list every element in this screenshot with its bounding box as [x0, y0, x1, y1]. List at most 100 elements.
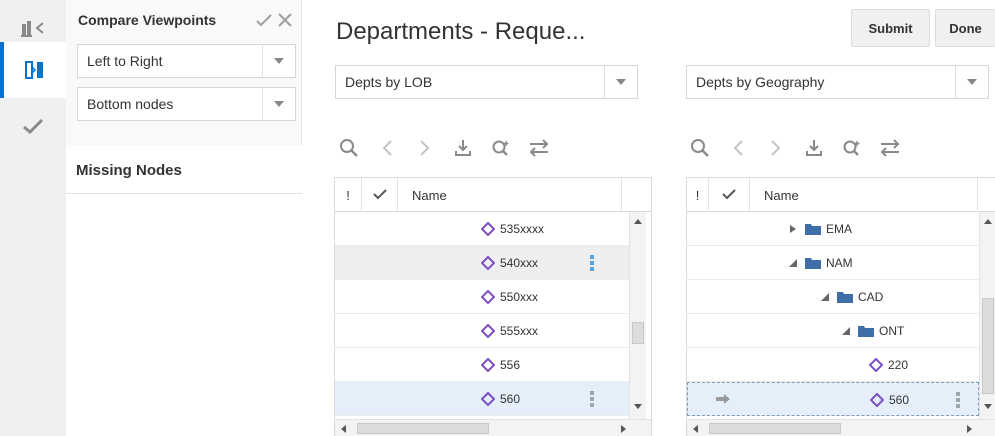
node-label: 555xxx [500, 324, 539, 338]
table-row[interactable]: 555xxx [335, 314, 629, 348]
table-row[interactable]: ONT [687, 314, 979, 348]
node-label: NAM [826, 256, 853, 270]
diamond-node-icon [481, 358, 495, 372]
rail-compare-button[interactable] [0, 42, 66, 98]
collapse-arrow-icon [789, 259, 797, 267]
back-icon[interactable] [368, 133, 406, 163]
node-item[interactable]: 220 [869, 348, 908, 382]
close-icon[interactable] [278, 13, 292, 27]
zoom-add-icon[interactable] [482, 133, 520, 163]
node-item[interactable]: 560 [481, 382, 520, 416]
scroll-up-icon [634, 219, 642, 224]
scroll-right-icon [621, 425, 626, 433]
collapse-arrow-icon [821, 293, 829, 301]
row-menu-icon[interactable] [590, 391, 594, 407]
node-item[interactable]: 556 [481, 348, 520, 382]
node-item[interactable]: 555xxx [481, 314, 538, 348]
table-row[interactable]: NAM [687, 246, 979, 280]
chevron-down-icon[interactable] [955, 66, 988, 98]
table-row[interactable]: 535xxxx [335, 212, 629, 246]
grid-header: ! Name [335, 178, 651, 212]
table-row[interactable]: EMA [687, 212, 979, 246]
download-icon[interactable] [795, 133, 833, 163]
name-column-header[interactable]: Name [398, 178, 622, 212]
tree-node[interactable]: EMA [789, 212, 852, 246]
node-label: ONT [879, 324, 905, 338]
right-node-grid: ! Name EMA NAM CAD ONT 220 560 [686, 177, 995, 436]
page-title: Departments - Reque... [336, 18, 586, 45]
table-row[interactable]: CAD [687, 280, 979, 314]
chevron-down-icon[interactable] [262, 45, 295, 77]
table-row[interactable]: 560 [335, 382, 629, 416]
left-rail [0, 0, 66, 436]
table-row[interactable]: 540xxx [335, 246, 629, 280]
submit-button[interactable]: Submit [851, 9, 930, 47]
node-label: 220 [888, 358, 909, 372]
chevron-down-icon[interactable] [604, 66, 637, 98]
left-viewpoint-select[interactable]: Depts by LOB [335, 65, 638, 99]
nodes-select[interactable]: Bottom nodes [77, 87, 296, 121]
node-item[interactable]: 540xxx [481, 246, 538, 280]
rail-validate-button[interactable] [0, 98, 66, 154]
swap-icon[interactable] [520, 133, 558, 163]
nodes-select-value: Bottom nodes [87, 96, 174, 112]
grid-header: ! Name [687, 178, 995, 212]
node-label: 560 [889, 393, 910, 407]
table-row[interactable]: 550xxx [335, 280, 629, 314]
horizontal-scrollbar[interactable] [687, 419, 995, 436]
vertical-scrollbar[interactable] [979, 212, 995, 419]
done-button[interactable]: Done [935, 9, 995, 47]
diamond-node-icon [481, 290, 495, 304]
checkmark-icon [22, 117, 44, 135]
node-label: 540xxx [500, 256, 539, 270]
node-label: EMA [826, 222, 853, 236]
scroll-thumb[interactable] [357, 423, 489, 434]
missing-nodes-section: Missing Nodes [66, 145, 302, 436]
zoom-add-icon[interactable] [833, 133, 871, 163]
node-item[interactable]: 550xxx [481, 280, 538, 314]
direction-select[interactable]: Left to Right [77, 44, 296, 78]
node-label: 550xxx [500, 290, 539, 304]
compare-panel: Compare Viewpoints Left to Right Bottom … [66, 0, 302, 436]
flag-column-header[interactable]: ! [335, 178, 362, 212]
search-icon[interactable] [681, 133, 719, 163]
flag-column-header[interactable]: ! [687, 178, 709, 212]
back-icon[interactable] [719, 133, 757, 163]
horizontal-scrollbar[interactable] [335, 419, 651, 436]
forward-icon[interactable] [757, 133, 795, 163]
checkmark-icon [372, 188, 387, 203]
download-icon[interactable] [444, 133, 482, 163]
expand-arrow-icon [790, 225, 796, 233]
table-row[interactable]: 556 [335, 348, 629, 382]
node-item[interactable]: 535xxxx [481, 212, 544, 246]
folder-icon [805, 258, 821, 269]
vertical-scrollbar[interactable] [629, 212, 646, 419]
node-item[interactable]: 560 [870, 383, 909, 417]
scroll-left-icon [693, 425, 698, 433]
swap-icon[interactable] [871, 133, 909, 163]
name-column-header[interactable]: Name [750, 178, 978, 212]
check-column-header[interactable] [362, 178, 398, 212]
scroll-thumb[interactable] [632, 322, 644, 344]
search-icon[interactable] [330, 133, 368, 163]
table-row[interactable]: 220 [687, 348, 979, 382]
diamond-node-icon [870, 393, 884, 407]
left-toolbar [330, 133, 558, 163]
left-node-grid: ! Name 535xxxx 540xxx 550xxx 555xxx 556 … [334, 177, 652, 436]
tree-node[interactable]: NAM [789, 246, 853, 280]
apply-check-icon[interactable] [256, 13, 272, 27]
right-viewpoint-select[interactable]: Depts by Geography [686, 65, 989, 99]
chevron-down-icon[interactable] [262, 88, 295, 120]
tree-node[interactable]: ONT [842, 314, 904, 348]
scroll-thumb[interactable] [709, 423, 841, 434]
compare-viewpoints-icon [24, 59, 46, 81]
forward-icon[interactable] [406, 133, 444, 163]
row-menu-icon[interactable] [956, 392, 960, 408]
check-column-header[interactable] [709, 178, 750, 212]
tree-node[interactable]: CAD [821, 280, 883, 314]
scroll-thumb[interactable] [982, 298, 994, 394]
right-toolbar [681, 133, 909, 163]
row-menu-icon[interactable] [590, 255, 594, 271]
table-row[interactable]: 560 [687, 382, 979, 416]
scroll-right-icon [967, 425, 972, 433]
